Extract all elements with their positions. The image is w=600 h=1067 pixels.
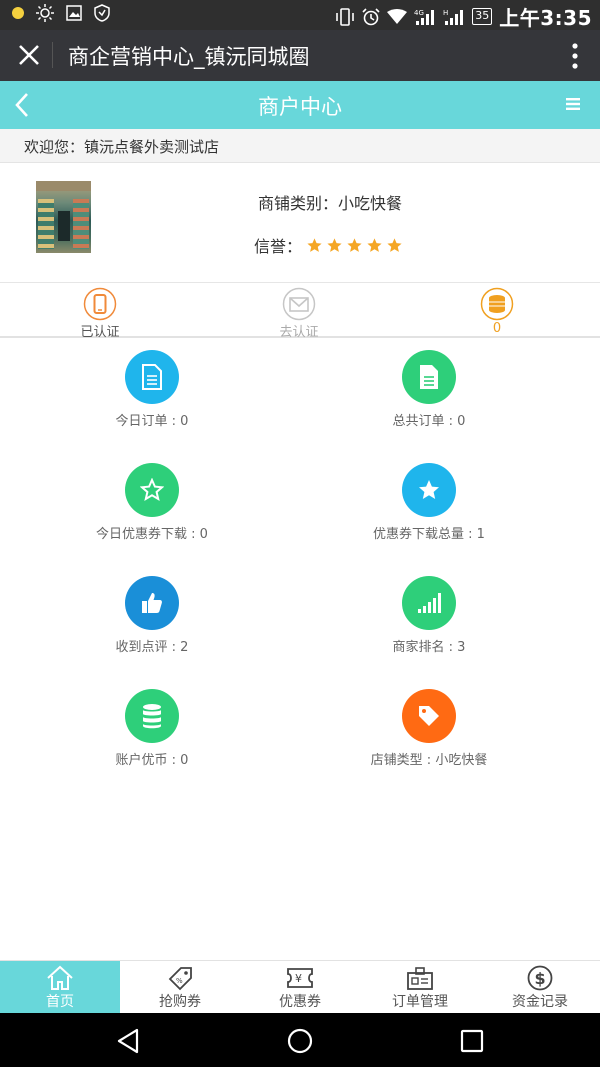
coins-count: 0 <box>492 321 502 336</box>
battery-icon: 35 <box>472 8 493 25</box>
title-divider <box>52 42 53 68</box>
tab-label: 抢购券 <box>159 994 201 1010</box>
signal-icon: H <box>443 9 464 25</box>
signal-bars-icon <box>402 576 456 630</box>
document-icon <box>125 350 179 404</box>
stat-label: 今日优惠券下载 : 0 <box>96 527 208 542</box>
coins-status[interactable]: 0 <box>447 287 547 336</box>
browser-title-bar: 商企营销中心_镇沅同城圈 <box>0 30 600 81</box>
tag-icon <box>402 689 456 743</box>
shop-category: 商铺类别：小吃快餐 <box>258 190 402 214</box>
brightness-icon <box>36 4 54 22</box>
stat-label: 今日订单 : 0 <box>115 414 189 429</box>
nav-home-icon[interactable] <box>286 1027 314 1055</box>
stat-label: 收到点评 : 2 <box>115 640 189 655</box>
android-nav-bar <box>0 1013 600 1067</box>
close-icon[interactable] <box>14 40 44 70</box>
vibrate-icon <box>336 7 355 26</box>
tab-label: 首页 <box>46 994 74 1010</box>
thumbs-up-icon <box>125 576 179 630</box>
coupon-tag-icon: % <box>168 967 192 991</box>
shop-profile: 商铺类别：小吃快餐 信誉： <box>0 163 600 283</box>
credit-stars <box>306 237 403 254</box>
database-icon <box>125 689 179 743</box>
alarm-icon <box>362 7 380 25</box>
page-title: 商户中心 <box>258 95 342 119</box>
verified-label: 已认证 <box>80 325 120 340</box>
coins-icon <box>480 287 514 321</box>
bottom-tab-bar: 首页 % 抢购券 ¥ 优惠券 订单管理 $ 资金记录 <box>0 960 600 1014</box>
menu-icon[interactable] <box>566 97 580 111</box>
stat-label: 店铺类型 : 小吃快餐 <box>370 753 488 768</box>
more-options-icon[interactable] <box>570 42 580 70</box>
tab-label: 订单管理 <box>392 994 448 1010</box>
star-icon <box>367 237 382 252</box>
go-verify-label: 去认证 <box>279 325 319 340</box>
go-verify-link[interactable]: 去认证 <box>249 287 349 340</box>
svg-text:H: H <box>443 9 448 17</box>
tab-flash-coupons[interactable]: % 抢购券 <box>120 961 240 1014</box>
star-icon <box>347 237 362 252</box>
shop-credit: 信誉： <box>254 233 403 257</box>
wifi-icon <box>387 8 408 24</box>
screen: 4G H 35 上午3:35 商企营销中心_镇沅同城圈 商户中心 欢迎您：镇沅点… <box>0 0 600 1067</box>
nav-back-icon[interactable] <box>115 1027 143 1055</box>
tab-home[interactable]: 首页 <box>0 961 120 1014</box>
stat-label: 优惠券下载总量 : 1 <box>373 527 485 542</box>
category-label: 商铺类别： <box>258 194 339 213</box>
stat-ranking[interactable]: 商家排名 : 3 <box>299 576 559 655</box>
notification-dot-icon <box>12 7 24 19</box>
tab-label: 资金记录 <box>512 994 568 1010</box>
tab-coupons[interactable]: ¥ 优惠券 <box>240 961 360 1014</box>
stat-account-coins[interactable]: 账户优币 : 0 <box>22 689 282 768</box>
tab-label: 优惠券 <box>279 994 321 1010</box>
yen-ticket-icon: ¥ <box>287 968 313 988</box>
stat-today-orders[interactable]: 今日订单 : 0 <box>22 350 282 429</box>
star-filled-icon <box>402 463 456 517</box>
credit-label: 信誉： <box>254 237 303 256</box>
shop-photo <box>36 181 91 253</box>
shield-icon <box>94 4 110 22</box>
dollar-icon: $ <box>527 965 553 991</box>
tab-fund-records[interactable]: $ 资金记录 <box>480 961 600 1014</box>
stat-total-coupon-downloads[interactable]: 优惠券下载总量 : 1 <box>299 463 559 542</box>
app-header: 商户中心 <box>0 81 600 129</box>
image-icon <box>66 5 82 21</box>
verified-status[interactable]: 已认证 <box>50 287 150 340</box>
stat-label: 商家排名 : 3 <box>392 640 466 655</box>
status-time: 上午3:35 <box>499 6 592 30</box>
stat-shop-type[interactable]: 店铺类型 : 小吃快餐 <box>299 689 559 768</box>
envelope-icon <box>282 287 316 321</box>
stat-today-coupon-downloads[interactable]: 今日优惠券下载 : 0 <box>22 463 282 542</box>
svg-text:¥: ¥ <box>295 972 302 985</box>
svg-text:%: % <box>176 977 183 985</box>
phone-icon <box>83 287 117 321</box>
home-icon <box>47 965 73 990</box>
tab-order-management[interactable]: 订单管理 <box>360 961 480 1014</box>
signal-4g-icon: 4G <box>414 9 435 25</box>
stat-label: 总共订单 : 0 <box>392 414 466 429</box>
order-icon <box>407 967 433 990</box>
stat-label: 账户优币 : 0 <box>115 753 189 768</box>
stat-total-orders[interactable]: 总共订单 : 0 <box>299 350 559 429</box>
svg-text:$: $ <box>535 969 546 988</box>
star-outline-icon <box>125 463 179 517</box>
welcome-text: 欢迎您：镇沅点餐外卖测试店 <box>0 129 600 163</box>
status-bar: 4G H 35 上午3:35 <box>0 0 600 30</box>
star-icon <box>307 237 322 252</box>
nav-recents-icon[interactable] <box>458 1027 486 1055</box>
category-value: 小吃快餐 <box>338 194 403 213</box>
document-filled-icon <box>402 350 456 404</box>
browser-title: 商企营销中心_镇沅同城圈 <box>68 45 310 69</box>
star-icon <box>327 237 342 252</box>
svg-text:4G: 4G <box>414 9 424 17</box>
star-icon <box>387 237 402 252</box>
verification-row: 已认证 去认证 0 <box>0 284 600 340</box>
stat-reviews[interactable]: 收到点评 : 2 <box>22 576 282 655</box>
